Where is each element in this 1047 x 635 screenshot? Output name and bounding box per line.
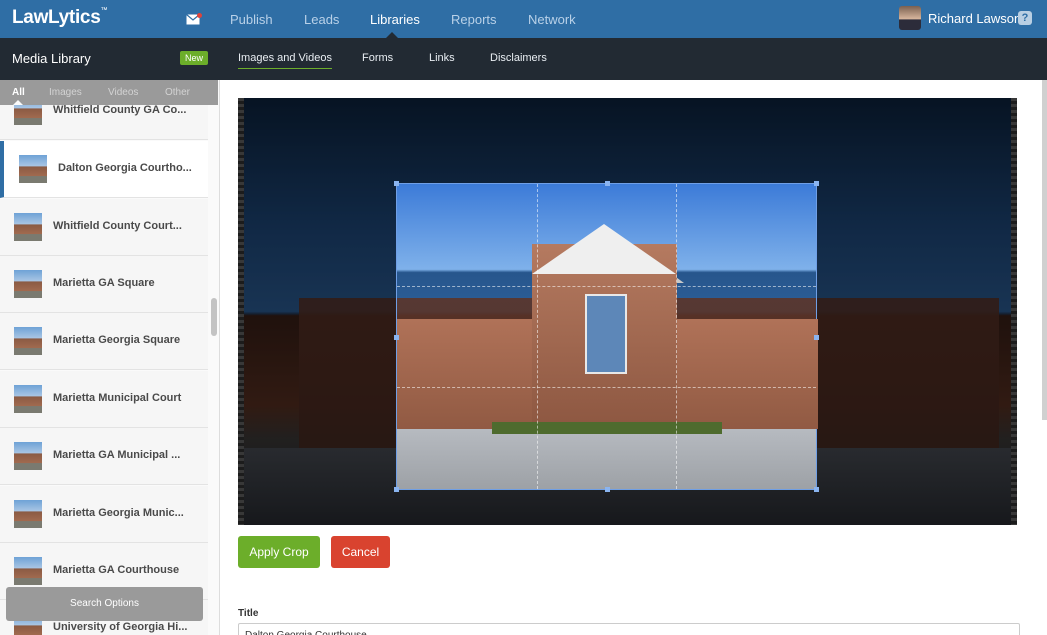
media-item-title: Whitfield County Court... — [53, 220, 182, 232]
lawlytics-logo[interactable]: LawLytics™ — [12, 7, 107, 29]
media-item-title: Marietta Georgia Munic... — [53, 507, 184, 519]
filter-all[interactable]: All — [12, 87, 25, 98]
media-item-title: Marietta GA Courthouse — [53, 564, 180, 576]
title-label: Title — [238, 608, 259, 619]
search-options-button[interactable]: Search Options — [6, 587, 203, 621]
media-sidebar: All Images Videos Other Whitfield County… — [0, 80, 220, 635]
apply-crop-button[interactable]: Apply Crop — [238, 536, 320, 568]
media-item-title: Whitfield County GA Co... — [53, 104, 187, 116]
tab-images-and-videos[interactable]: Images and Videos — [238, 52, 332, 69]
crop-building-window — [585, 294, 627, 374]
nav-libraries[interactable]: Libraries — [370, 12, 420, 27]
nav-network[interactable]: Network — [528, 12, 576, 27]
media-thumbnail — [14, 327, 42, 355]
media-thumbnail — [14, 385, 42, 413]
user-name[interactable]: Richard Lawson — [928, 11, 1021, 26]
crop-handle-bottom-right[interactable] — [814, 487, 819, 492]
crop-grid-line — [397, 285, 816, 287]
sidebar-scrollbar[interactable] — [211, 298, 217, 336]
crop-handle-bottom[interactable] — [605, 487, 610, 492]
crop-grid-line — [397, 387, 816, 389]
new-badge[interactable]: New — [180, 51, 209, 65]
nav-publish[interactable]: Publish — [230, 12, 273, 27]
media-item-title: Marietta GA Square — [53, 277, 155, 289]
crop-handle-top-left[interactable] — [394, 181, 399, 186]
media-thumbnail — [14, 500, 42, 528]
crop-editor — [238, 98, 1017, 525]
crop-preview — [397, 184, 818, 489]
page-title: Media Library — [12, 51, 91, 66]
media-thumbnail — [14, 442, 42, 470]
list-item[interactable]: Marietta Georgia Square — [0, 313, 208, 370]
media-thumbnail — [14, 213, 42, 241]
crop-grid-line — [676, 184, 678, 489]
media-thumbnail — [14, 270, 42, 298]
filter-caret-icon — [13, 100, 23, 105]
tab-links[interactable]: Links — [429, 52, 455, 64]
crop-handle-left[interactable] — [394, 335, 399, 340]
tab-disclaimers[interactable]: Disclaimers — [490, 52, 547, 64]
list-item[interactable]: Marietta Georgia Munic... — [0, 486, 208, 543]
help-icon[interactable]: ? — [1018, 11, 1032, 25]
list-item[interactable]: Whitfield County Court... — [0, 199, 208, 256]
list-item[interactable]: Marietta Municipal Court — [0, 371, 208, 428]
top-navigation-bar: LawLytics™ Publish Leads Libraries Repor… — [0, 0, 1047, 38]
filter-videos[interactable]: Videos — [108, 87, 138, 98]
list-item[interactable]: Marietta GA Municipal ... — [0, 428, 208, 485]
media-item-title: Marietta Georgia Square — [53, 334, 181, 346]
media-item-title: University of Georgia Hi... — [53, 621, 188, 633]
crop-building-roof — [532, 224, 676, 274]
logo-trademark: ™ — [100, 7, 108, 14]
logo-text: LawLytics — [12, 7, 101, 28]
media-thumbnail — [19, 155, 47, 183]
editor-right-edge — [1011, 98, 1017, 525]
list-item-selected[interactable]: Dalton Georgia Courtho... — [0, 141, 208, 198]
media-thumbnail — [14, 557, 42, 585]
nav-reports[interactable]: Reports — [451, 12, 497, 27]
media-editor: Apply Crop Cancel Title — [221, 80, 1047, 635]
crop-grid-line — [536, 184, 538, 489]
page-scrollbar[interactable] — [1042, 80, 1047, 420]
nav-leads[interactable]: Leads — [304, 12, 339, 27]
crop-selection[interactable] — [394, 181, 819, 492]
crop-handle-top-right[interactable] — [814, 181, 819, 186]
tab-forms[interactable]: Forms — [362, 52, 393, 64]
crop-hedge — [492, 422, 722, 434]
avatar[interactable] — [899, 6, 921, 30]
crop-handle-top[interactable] — [605, 181, 610, 186]
media-library-toolbar: Media Library New Images and Videos Form… — [0, 38, 1047, 80]
title-field[interactable] — [238, 623, 1020, 635]
media-item-title: Marietta Municipal Court — [53, 392, 182, 404]
crop-handle-bottom-left[interactable] — [394, 487, 399, 492]
filter-other[interactable]: Other — [165, 87, 190, 98]
list-item[interactable]: Marietta GA Square — [0, 256, 208, 313]
crop-handle-right[interactable] — [814, 335, 819, 340]
media-type-filters: All Images Videos Other — [0, 80, 218, 105]
media-item-title: Dalton Georgia Courtho... — [58, 162, 192, 174]
mail-icon[interactable] — [186, 13, 202, 25]
media-item-title: Marietta GA Municipal ... — [53, 449, 181, 461]
cancel-button[interactable]: Cancel — [331, 536, 390, 568]
filter-images[interactable]: Images — [49, 87, 82, 98]
